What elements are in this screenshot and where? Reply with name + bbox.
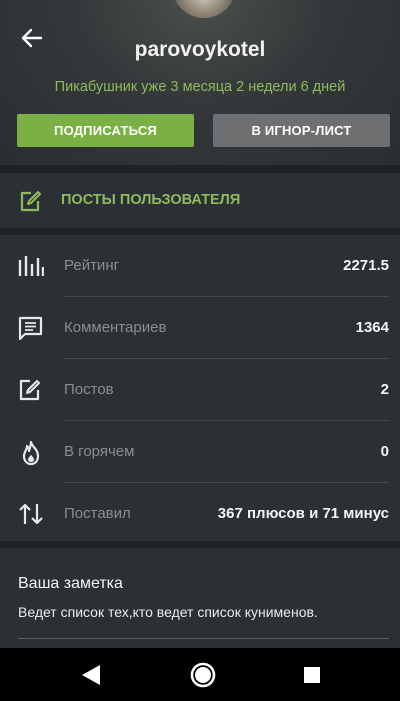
stat-value: 0 (380, 443, 389, 460)
username: parovoykotel (134, 38, 266, 61)
avatar[interactable] (172, 0, 236, 18)
stat-row-comments: Комментариев 1364 (0, 297, 400, 359)
edit-icon (18, 378, 44, 407)
nav-home-button[interactable] (188, 660, 218, 690)
flame-icon (18, 440, 44, 471)
stat-value: 367 плюсов и 71 минус (217, 505, 389, 522)
stat-row-rating: Рейтинг 2271.5 (0, 235, 400, 297)
profile-header: parovoykotel Пикабушник уже 3 месяца 2 н… (0, 0, 400, 165)
stat-value: 2271.5 (343, 257, 389, 274)
stat-row-posts: Постов 2 (0, 359, 400, 421)
stat-label: В горячем (64, 443, 135, 460)
bar-chart-icon (18, 254, 45, 283)
circle-home-icon (190, 662, 216, 688)
stats-list: Рейтинг 2271.5 Комментариев 1364 Постов … (0, 235, 400, 541)
stat-label: Поставил (64, 505, 131, 522)
stat-label: Комментариев (64, 319, 167, 336)
comment-icon (18, 316, 44, 345)
nav-recents-button[interactable] (297, 660, 327, 690)
triangle-back-icon (82, 665, 100, 685)
stat-row-votes: Поставил 367 плюсов и 71 минус (0, 483, 400, 545)
note-text[interactable]: Ведет список тех,кто ведет список куниме… (18, 604, 318, 620)
edit-icon (19, 190, 43, 217)
stat-label: Постов (64, 381, 114, 398)
stat-value: 2 (380, 381, 389, 398)
stat-value: 1364 (355, 319, 389, 336)
user-posts-label: ПОСТЫ ПОЛЬЗОВАТЕЛЯ (61, 192, 241, 208)
stat-row-hot: В горячем 0 (0, 421, 400, 483)
note-underline (18, 638, 389, 639)
note-title: Ваша заметка (18, 575, 123, 592)
square-recents-icon (304, 667, 320, 683)
system-nav-bar (0, 648, 400, 701)
ignore-list-button[interactable]: В ИГНОР-ЛИСТ (213, 114, 390, 147)
note-card[interactable]: Ваша заметка Ведет список тех,кто ведет … (0, 548, 400, 648)
subscribe-button[interactable]: ПОДПИСАТЬСЯ (17, 114, 194, 147)
nav-back-button[interactable] (76, 660, 106, 690)
stat-label: Рейтинг (64, 257, 120, 274)
tenure-text: Пикабушник уже 3 месяца 2 недели 6 дней (54, 79, 346, 95)
up-down-arrows-icon (18, 502, 44, 531)
user-posts-link[interactable]: ПОСТЫ ПОЛЬЗОВАТЕЛЯ (0, 173, 400, 228)
